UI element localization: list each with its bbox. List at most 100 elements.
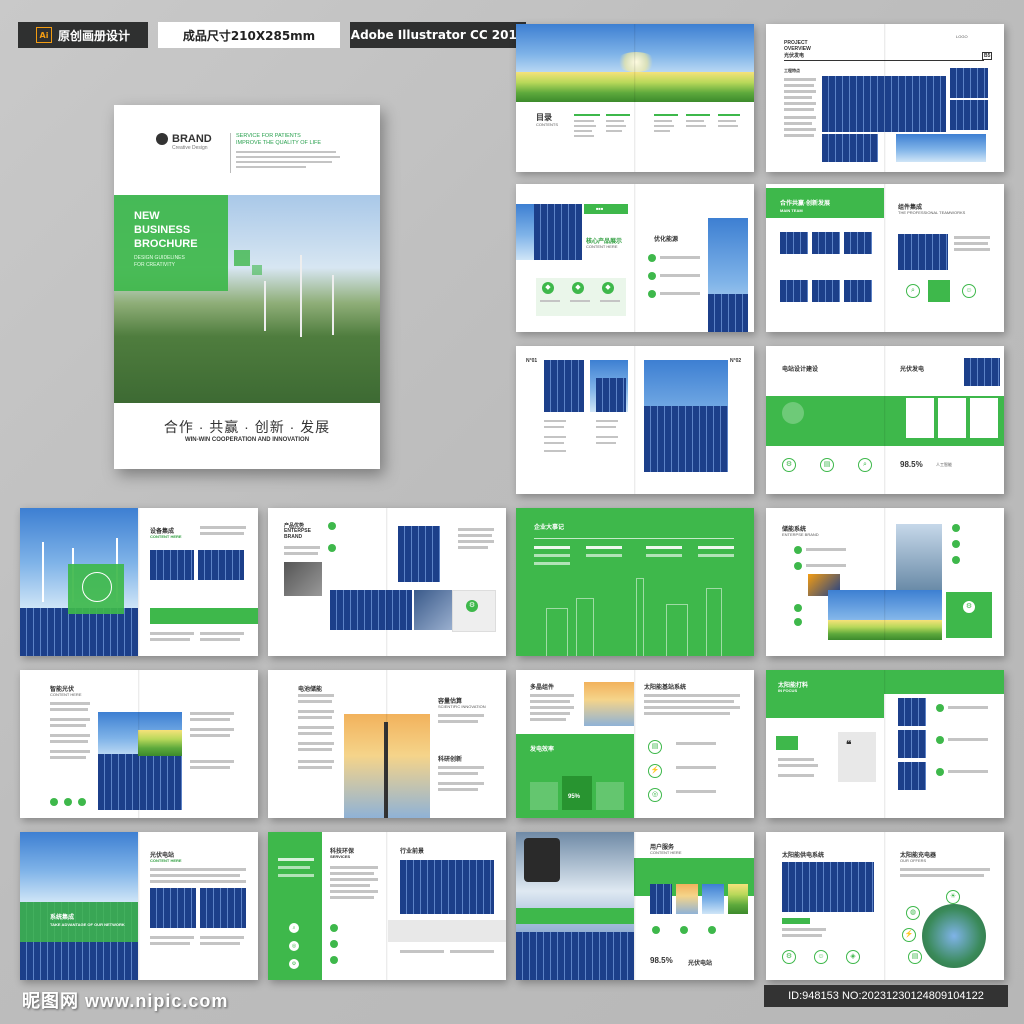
spread-team: 合作共赢·创新发展 MAIN TEAM 组件集成 THE PROFESSIONA… — [766, 184, 1004, 332]
cover-title-line-2: BUSINESS — [134, 224, 191, 236]
feature-icon: ◆ — [602, 282, 614, 294]
optimize-energy-title: 优化能源 — [654, 237, 679, 243]
overview-badge: B5 — [982, 52, 993, 60]
battery-title: 电池储能 — [298, 687, 323, 693]
cover-slogan: 合作 · 共赢 · 创新 · 发展 — [163, 419, 331, 435]
feature-icon-box — [928, 280, 950, 302]
user-service-stat: 98.5% — [650, 956, 673, 965]
integration-sub: THE PROFESSIONAL TEAMWORKS — [898, 210, 966, 215]
search-icon: ⌕ — [906, 284, 920, 298]
spread-numbered: N°01 N°02 — [516, 346, 754, 494]
contents-sub: CONTENTS — [536, 122, 558, 127]
pv-title: 光伏发电 — [900, 367, 925, 373]
services-sub: SERVICES — [330, 854, 351, 859]
page-number-2: N°02 — [730, 358, 742, 364]
spread-storage: 储能系统 ENTERPSE BRAND ⚙ — [766, 508, 1004, 656]
brand-name: BRAND — [172, 133, 212, 145]
chart-icon: ▤ — [820, 458, 834, 472]
charger-sub: OUR OFFERS — [900, 858, 927, 863]
industry-outlook-title: 行业前景 — [400, 849, 425, 855]
smart-pv-sub: CONTENT HERE — [50, 692, 82, 697]
feature-icon: ◆ — [542, 282, 554, 294]
user-service-stat-label: 光伏电站 — [688, 961, 713, 967]
shield-icon: ◈ — [846, 950, 860, 964]
brochure-cover: BRAND Creative Design SERVICE FOR PATIEN… — [114, 105, 380, 469]
cover-title-line-3: BROCHURE — [134, 238, 198, 250]
spread-multicrystal: 多晶组件 发电效率 95% 太阳能基站系统 ▤ ⚡ ◎ — [516, 670, 754, 818]
system-integration-title: 系统集成 — [50, 915, 75, 921]
gear-icon: ⚙ — [962, 600, 976, 614]
service-line-2: IMPROVE THE QUALITY OF LIFE — [236, 140, 322, 146]
supply-title: 太阳能供电系统 — [782, 853, 825, 859]
core-product-sub: CONTENT HERE — [586, 244, 618, 249]
user-service-sub: CONTENT HERE — [650, 850, 682, 855]
brand-sub: Creative Design — [172, 145, 208, 151]
quote-icon: ❝ — [846, 740, 852, 751]
spread-services: ⌕ ◎ ⚙ 科技环保 SERVICES 行业前景 — [268, 832, 506, 980]
settings-icon: ⚙ — [466, 600, 478, 612]
service-text: SERVICE FOR PATIENTS IMPROVE THE QUALITY… — [236, 133, 321, 147]
spread-product-advantage: 产品优势 ENTERPSE BRAND ⚙ — [268, 508, 506, 656]
spread-battery: 电池储能 容量估算 SCIENTIFIC INNOVATION 科研创新 — [268, 670, 506, 818]
station-stat: 98.5% — [900, 460, 923, 469]
storage-sub: ENTERPSE BRAND — [782, 532, 819, 537]
station-title: 电站设计建设 — [782, 367, 819, 373]
plug-icon: ⚡ — [902, 928, 916, 942]
base-station-title: 太阳能基站系统 — [644, 685, 687, 691]
spread-contents: 目录 CONTENTS — [516, 24, 754, 172]
overview-title: 光伏发电 — [784, 53, 805, 59]
cover-title-line-1: NEW — [134, 210, 160, 222]
header-size: 成品尺寸210X285mm — [158, 22, 340, 48]
spread-milestones: 企业大事记 — [516, 508, 754, 656]
illustrator-icon: Ai — [35, 27, 52, 43]
spread-core-products: ■■■ 核心产品展示 CONTENT HERE ◆ ◆ ◆ 优化能源 — [516, 184, 754, 332]
system-integration-sub: TAKE ADVANTAGE OF OUR NETWORK — [50, 922, 125, 927]
header-tag-box: Ai 原创画册设计 — [18, 22, 148, 48]
brand-logo-icon — [156, 133, 168, 145]
station-stat-label: 人工智能 — [936, 462, 952, 467]
spread-smart-pv: 智能光伏 CONTENT HERE — [20, 670, 258, 818]
header-tag: 原创画册设计 — [57, 28, 130, 43]
spread-project-overview: PROJECT OVERVIEW 光伏发电 LOGO B5 工程特点 — [766, 24, 1004, 172]
user-icon: ☺ — [814, 950, 828, 964]
overview-logo-tag: LOGO — [956, 34, 968, 39]
capacity-sub: SCIENTIFIC INNOVATION — [438, 704, 486, 709]
overview-label: 工程特点 — [784, 68, 800, 73]
header-software: Adobe Illustrator CC 2018 — [350, 22, 526, 48]
gear-icon: ⚙ — [782, 458, 796, 472]
solar-photo — [534, 204, 582, 260]
efficiency-stat: 95% — [568, 794, 581, 800]
team-sub: MAIN TEAM — [780, 208, 803, 213]
advantage-sub2: BRAND — [284, 534, 303, 540]
target-icon: ◎ — [648, 788, 662, 802]
user-icon: ☺ — [962, 284, 976, 298]
spread-solar-material: 太阳能打料 IN FOCUS ❝ — [766, 670, 1004, 818]
wifi-icon: ◍ — [906, 906, 920, 920]
building-photo — [896, 134, 986, 162]
feature-icon: ◆ — [572, 282, 584, 294]
id-bar: ID:948153 NO:20231230124809104122 — [764, 985, 1008, 1007]
plug-icon: ⚡ — [648, 764, 662, 778]
design-line-1: DESIGN GUIDELINES — [134, 255, 185, 261]
cover-divider — [230, 133, 231, 173]
team-title: 合作共赢·创新发展 — [780, 201, 830, 207]
cover-design-text: DESIGN GUIDELINES FOR CREATIVITY — [134, 255, 185, 269]
research-title: 科研创新 — [438, 757, 463, 763]
sun-icon: ☀ — [946, 890, 960, 904]
solar-panels-photo-small — [822, 134, 878, 162]
multicrystal-title: 多晶组件 — [530, 685, 555, 691]
milestones-title: 企业大事记 — [534, 525, 565, 531]
search-icon: ⌕ — [858, 458, 872, 472]
pv-station-sub: CONTENT HERE — [150, 858, 182, 863]
cover-title: NEW BUSINESS BROCHURE — [134, 209, 224, 251]
equipment-sub: CONTENT HERE — [150, 534, 182, 539]
cover-green-square-small — [252, 265, 262, 275]
service-line-1: SERVICE FOR PATIENTS — [236, 133, 301, 139]
gear-icon: ⚙ — [782, 950, 796, 964]
spread-equipment: 设备集成 CONTENT HERE — [20, 508, 258, 656]
spread-user-service: 用户服务 CONTENT HERE 98.5% 光伏电站 — [516, 832, 754, 980]
spread-solar-supply: 太阳能供电系统 ⚙ ☺ ◈ 太阳能充电器 OUR OFFERS ◍ ⚡ ▤ ☀ — [766, 832, 1004, 980]
design-line-2: FOR CREATIVITY — [134, 262, 176, 268]
spread-station-design: 电站设计建设 光伏发电 ⚙ ▤ ⌕ 98.5% 人工智能 — [766, 346, 1004, 494]
cover-green-square — [234, 250, 250, 266]
